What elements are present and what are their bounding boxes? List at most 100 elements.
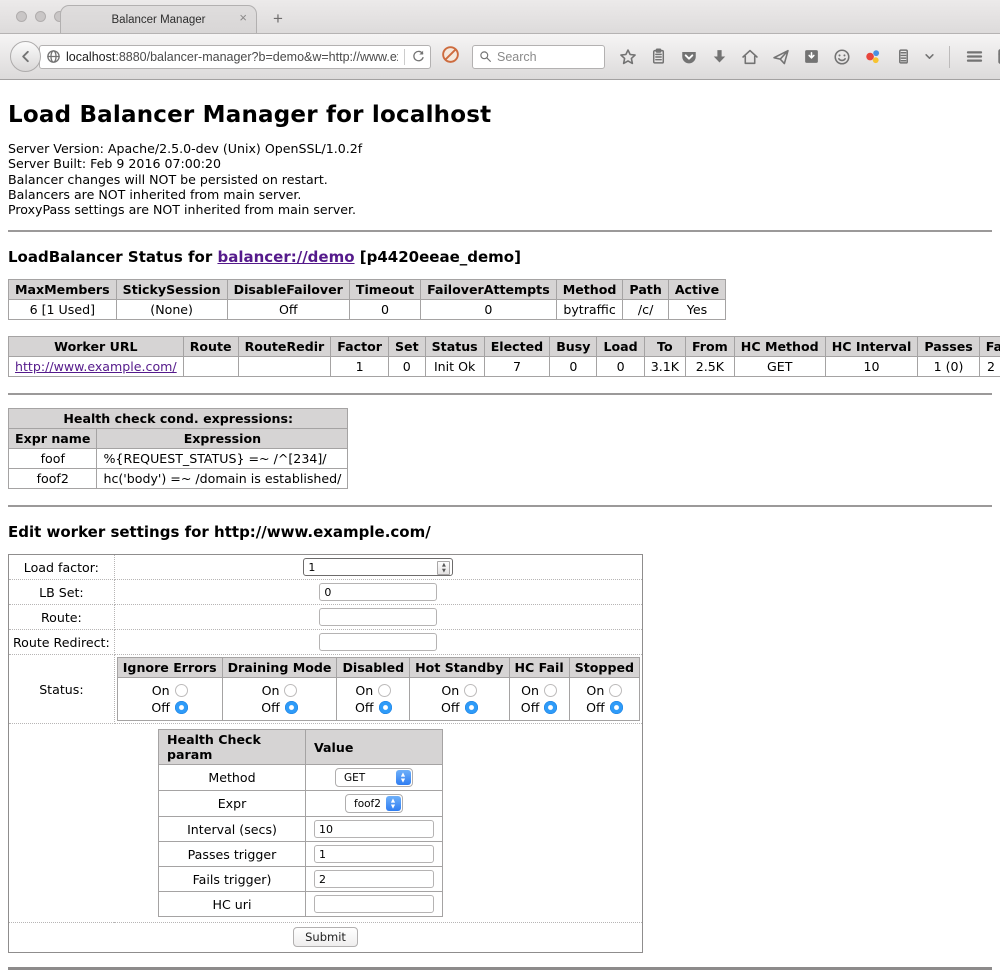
search-bar[interactable]: Search (472, 45, 605, 69)
hc-fail-off-radio[interactable] (544, 701, 557, 714)
status-off-option: Off (339, 699, 407, 716)
container-button[interactable] (895, 48, 912, 65)
hc-param-value-cell: 10 (306, 817, 443, 842)
balancer-manager-page: Load Balancer Manager for localhost Serv… (0, 80, 1000, 970)
status-on-option: On (512, 682, 567, 699)
tab-balancer-manager[interactable]: Balancer Manager × (60, 5, 257, 33)
page-title: Load Balancer Manager for localhost (8, 102, 992, 128)
disabled-off-radio[interactable] (379, 701, 392, 714)
status-column-header: Draining Mode (222, 658, 337, 678)
column-header: Method (556, 280, 623, 300)
worker-url-link[interactable]: http://www.example.com/ (15, 359, 177, 374)
window-controls (16, 11, 65, 22)
back-button[interactable] (10, 41, 41, 72)
table-cell: 7 (484, 357, 550, 377)
send-button[interactable] (772, 48, 790, 66)
hc-uri-input[interactable] (314, 895, 434, 913)
table-cell: 3.1K (644, 357, 685, 377)
status-radio-cell: OnOff (222, 678, 337, 721)
draining-mode-off-radio[interactable] (285, 701, 298, 714)
route-input[interactable] (319, 608, 437, 626)
column-header: Load (597, 337, 644, 357)
bookmark-star-button[interactable] (619, 48, 637, 66)
window-minimize-button[interactable] (35, 11, 46, 22)
profile-dots-button[interactable] (864, 48, 882, 66)
table-cell: 0 (349, 300, 420, 320)
profile-dots-icon (864, 48, 882, 66)
field-value-cell: 0 (114, 580, 642, 605)
window-close-button[interactable] (16, 11, 27, 22)
passes-trigger-input[interactable]: 1 (314, 845, 434, 863)
radio-on-label: On (441, 682, 459, 699)
server-info-line-3: Balancer changes will NOT be persisted o… (8, 172, 992, 187)
interval-secs--input[interactable]: 10 (314, 820, 434, 838)
submit-row: Submit (9, 923, 643, 953)
menu-button[interactable] (965, 47, 984, 66)
select-arrows-icon: ▲▼ (386, 796, 401, 811)
lb-set-input[interactable]: 0 (319, 583, 437, 601)
balancer-link[interactable]: balancer://demo (217, 248, 354, 266)
table-row: http://www.example.com/10Init Ok7003.1K2… (9, 357, 1000, 377)
clipboard-button[interactable] (650, 48, 667, 65)
load-factor-input[interactable]: 1▲▼ (303, 558, 453, 576)
radio-on-label: On (521, 682, 539, 699)
column-header: Fails (979, 337, 1000, 357)
container-icon (895, 48, 912, 65)
toolbar-separator (949, 46, 950, 68)
new-tab-button[interactable]: + (273, 9, 283, 29)
status-column-header: HC Fail (509, 658, 569, 678)
url-bar[interactable]: localhost:8880/balancer-manager?b=demo&w… (39, 45, 431, 69)
screenshot-download-button[interactable] (803, 48, 820, 65)
navigation-toolbar: localhost:8880/balancer-manager?b=demo&w… (0, 34, 1000, 80)
block-icon (441, 45, 460, 64)
column-header: Expression (97, 429, 348, 449)
table-cell: 0 (388, 357, 425, 377)
hc-param-value-cell: GET▲▼ (306, 765, 443, 791)
draining-mode-on-radio[interactable] (284, 684, 297, 697)
method-select[interactable]: GET▲▼ (335, 768, 413, 787)
home-button[interactable] (741, 48, 759, 66)
download-button[interactable] (711, 48, 728, 65)
hc-param-value-cell: 1 (306, 842, 443, 867)
field-value-cell: 1▲▼ (114, 555, 642, 580)
column-header: To (644, 337, 685, 357)
browser-chrome: Balancer Manager × + localhost:8880/bala… (0, 0, 1000, 80)
bookmark-star-icon (619, 48, 637, 66)
hc-param-row: Passes trigger1 (159, 842, 443, 867)
chat-smiley-icon (833, 48, 851, 66)
send-icon (772, 48, 790, 66)
pocket-button[interactable] (680, 48, 698, 66)
disabled-on-radio[interactable] (378, 684, 391, 697)
content-block-button[interactable] (441, 45, 460, 69)
hc-param-row: MethodGET▲▼ (159, 765, 443, 791)
number-spinner[interactable]: ▲▼ (437, 561, 450, 575)
submit-button[interactable]: Submit (293, 927, 358, 947)
pocket-icon (680, 48, 698, 66)
radio-on-label: On (586, 682, 604, 699)
tab-close-icon[interactable]: × (239, 11, 247, 24)
status-label: Status: (9, 655, 115, 724)
heading-prefix: LoadBalancer Status for (8, 248, 217, 266)
hc-param-label: Fails trigger) (159, 867, 306, 892)
chat-smiley-button[interactable] (833, 48, 851, 66)
balancer-status-heading: LoadBalancer Status for balancer://demo … (8, 248, 992, 266)
column-header: DisableFailover (227, 280, 349, 300)
clipboard-icon (650, 48, 667, 65)
hot-standby-on-radio[interactable] (464, 684, 477, 697)
fails-trigger--input[interactable]: 2 (314, 870, 434, 888)
stopped-off-radio[interactable] (610, 701, 623, 714)
table-cell: 10 (825, 357, 918, 377)
hc-fail-on-radio[interactable] (544, 684, 557, 697)
server-info-line-1: Server Version: Apache/2.5.0-dev (Unix) … (8, 141, 992, 156)
reload-icon[interactable] (411, 49, 426, 64)
ignore-errors-off-radio[interactable] (175, 701, 188, 714)
stopped-on-radio[interactable] (609, 684, 622, 697)
hot-standby-off-radio[interactable] (465, 701, 478, 714)
route-redirect-input[interactable] (319, 633, 437, 651)
overflow-chevron-button[interactable] (925, 52, 934, 61)
expr-select[interactable]: foof2▲▼ (345, 794, 403, 813)
column-header: From (685, 337, 734, 357)
status-on-option: On (339, 682, 407, 699)
table-cell: Off (227, 300, 349, 320)
ignore-errors-on-radio[interactable] (175, 684, 188, 697)
